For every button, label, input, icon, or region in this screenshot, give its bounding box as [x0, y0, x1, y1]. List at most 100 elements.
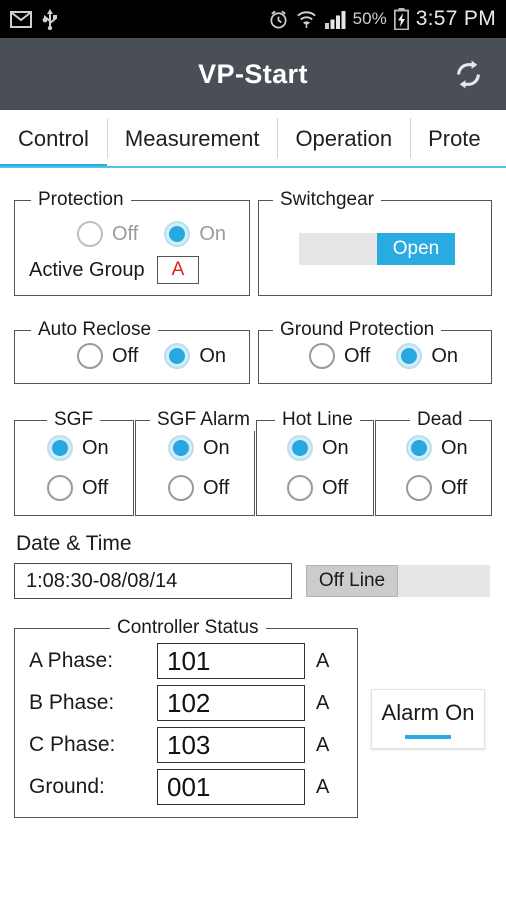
row-unit: A	[316, 733, 330, 756]
radio-circle-off	[168, 475, 194, 501]
protection-radio-on[interactable]: On	[164, 221, 226, 247]
row-label: A Phase:	[29, 649, 114, 672]
sgf-alarm-legend: SGF Alarm	[150, 409, 257, 431]
sgf-alarm-radio-on[interactable]: On	[168, 435, 230, 461]
status-bar-clock: 3:57 PM	[415, 7, 496, 30]
switchgear-toggle[interactable]: Open	[299, 233, 455, 265]
ground-protection-radio-off[interactable]: Off	[309, 343, 370, 369]
toggle-track	[299, 233, 377, 265]
toggle-thumb-open[interactable]: Open	[377, 233, 455, 265]
radio-circle-on	[396, 343, 423, 369]
tab-control[interactable]: Control	[0, 110, 107, 168]
sgf-radio-off[interactable]: Off	[47, 475, 108, 501]
alarm-clock-icon	[268, 9, 289, 30]
dead-radio-on[interactable]: On	[406, 435, 468, 461]
status-bar-left-icons	[10, 8, 58, 30]
dead-legend: Dead	[410, 409, 470, 431]
tab-protection[interactable]: Prote	[410, 110, 499, 168]
battery-percent-label: 50%	[352, 9, 387, 28]
controller-status-row: C Phase: 103 A	[29, 727, 329, 763]
c-phase-field[interactable]: 103	[157, 727, 305, 763]
auto-reclose-radio-row: Off On	[77, 343, 226, 369]
radio-label: Off	[112, 222, 139, 245]
radio-label: Off	[82, 476, 109, 499]
row-unit: A	[316, 775, 330, 798]
app-root: 50% 3:57 PM VP-Start Control Measurement…	[0, 0, 506, 900]
radio-circle-off	[47, 475, 73, 501]
row-label: B Phase:	[29, 691, 115, 714]
controller-status-rows: A Phase: 101 A B Phase: 102 A C Phase: 1…	[29, 643, 329, 805]
signal-bars-icon	[324, 10, 346, 29]
refresh-icon	[452, 58, 485, 91]
ground-protection-radio-on[interactable]: On	[396, 343, 458, 369]
tab-label: Prote	[428, 126, 481, 151]
hot-line-radio-on[interactable]: On	[287, 435, 349, 461]
page-title: VP-Start	[198, 58, 308, 89]
date-time-label: Date & Time	[16, 532, 132, 555]
ground-protection-legend: Ground Protection	[273, 319, 442, 341]
radio-circle-off	[287, 475, 313, 501]
refresh-button[interactable]	[446, 52, 490, 96]
hot-line-group: Hot Line On Off	[256, 409, 374, 516]
radio-circle-on	[168, 435, 194, 461]
sgf-alarm-radio-off[interactable]: Off	[168, 475, 229, 501]
radio-circle-off	[77, 343, 103, 369]
tab-label: Measurement	[124, 126, 260, 151]
protection-radio-off[interactable]: Off	[77, 221, 138, 247]
auto-reclose-radio-on[interactable]: On	[164, 343, 226, 369]
dead-radio-off[interactable]: Off	[406, 475, 467, 501]
radio-circle-off	[406, 475, 432, 501]
protection-radio-row: Off On	[77, 221, 226, 247]
sgf-legend: SGF	[47, 409, 101, 431]
row-unit: A	[316, 691, 330, 714]
auto-reclose-legend: Auto Reclose	[31, 319, 159, 341]
app-bar: VP-Start	[0, 38, 506, 110]
radio-label: Off	[203, 476, 230, 499]
radio-circle-on	[164, 343, 191, 369]
ground-protection-radio-row: Off On	[309, 343, 458, 369]
active-group-value: A	[171, 259, 185, 280]
tab-bar: Control Measurement Operation Prote	[0, 110, 506, 168]
tab-label: Operation	[295, 126, 393, 151]
tab-measurement[interactable]: Measurement	[106, 110, 278, 168]
auto-reclose-group: Auto Reclose Off On	[14, 319, 250, 384]
protection-legend: Protection	[31, 189, 131, 211]
radio-label: On	[431, 344, 458, 367]
radio-label: On	[322, 436, 349, 459]
hot-line-legend: Hot Line	[275, 409, 360, 431]
row-label: Ground:	[29, 775, 105, 798]
tab-operation[interactable]: Operation	[277, 110, 410, 168]
radio-label: Off	[322, 476, 349, 499]
tab-bar-underline	[0, 166, 506, 168]
radio-circle-off	[309, 343, 335, 369]
auto-reclose-radio-off[interactable]: Off	[77, 343, 138, 369]
radio-circle-on	[287, 435, 313, 461]
connection-toggle[interactable]: Off Line	[306, 565, 490, 597]
radio-label: Off	[344, 344, 371, 367]
a-phase-field[interactable]: 101	[157, 643, 305, 679]
controller-status-row: B Phase: 102 A	[29, 685, 329, 721]
radio-label: On	[82, 436, 109, 459]
alarm-on-button[interactable]: Alarm On	[371, 689, 485, 749]
active-group-value-box[interactable]: A	[156, 256, 200, 284]
active-group-row: Active Group A	[29, 256, 200, 284]
active-group-label: Active Group	[29, 258, 145, 281]
controller-status-row: A Phase: 101 A	[29, 643, 329, 679]
toggle-thumb-offline[interactable]: Off Line	[306, 565, 398, 597]
ground-field[interactable]: 001	[157, 769, 305, 805]
row-unit: A	[316, 649, 330, 672]
radio-label: On	[441, 436, 468, 459]
b-phase-field[interactable]: 102	[157, 685, 305, 721]
sgf-radio-on[interactable]: On	[47, 435, 109, 461]
controller-status-legend: Controller Status	[110, 617, 266, 639]
android-status-bar: 50% 3:57 PM	[0, 0, 506, 38]
radio-label: Off	[112, 344, 139, 367]
radio-circle-on	[406, 435, 432, 461]
battery-charging-icon	[393, 8, 409, 30]
hot-line-radio-off[interactable]: Off	[287, 475, 348, 501]
switchgear-legend: Switchgear	[273, 189, 381, 211]
alarm-label: Alarm On	[381, 699, 475, 725]
date-time-input[interactable]: 1:08:30-08/08/14	[14, 563, 292, 599]
toggle-track	[398, 565, 490, 597]
alarm-active-indicator	[405, 734, 451, 739]
